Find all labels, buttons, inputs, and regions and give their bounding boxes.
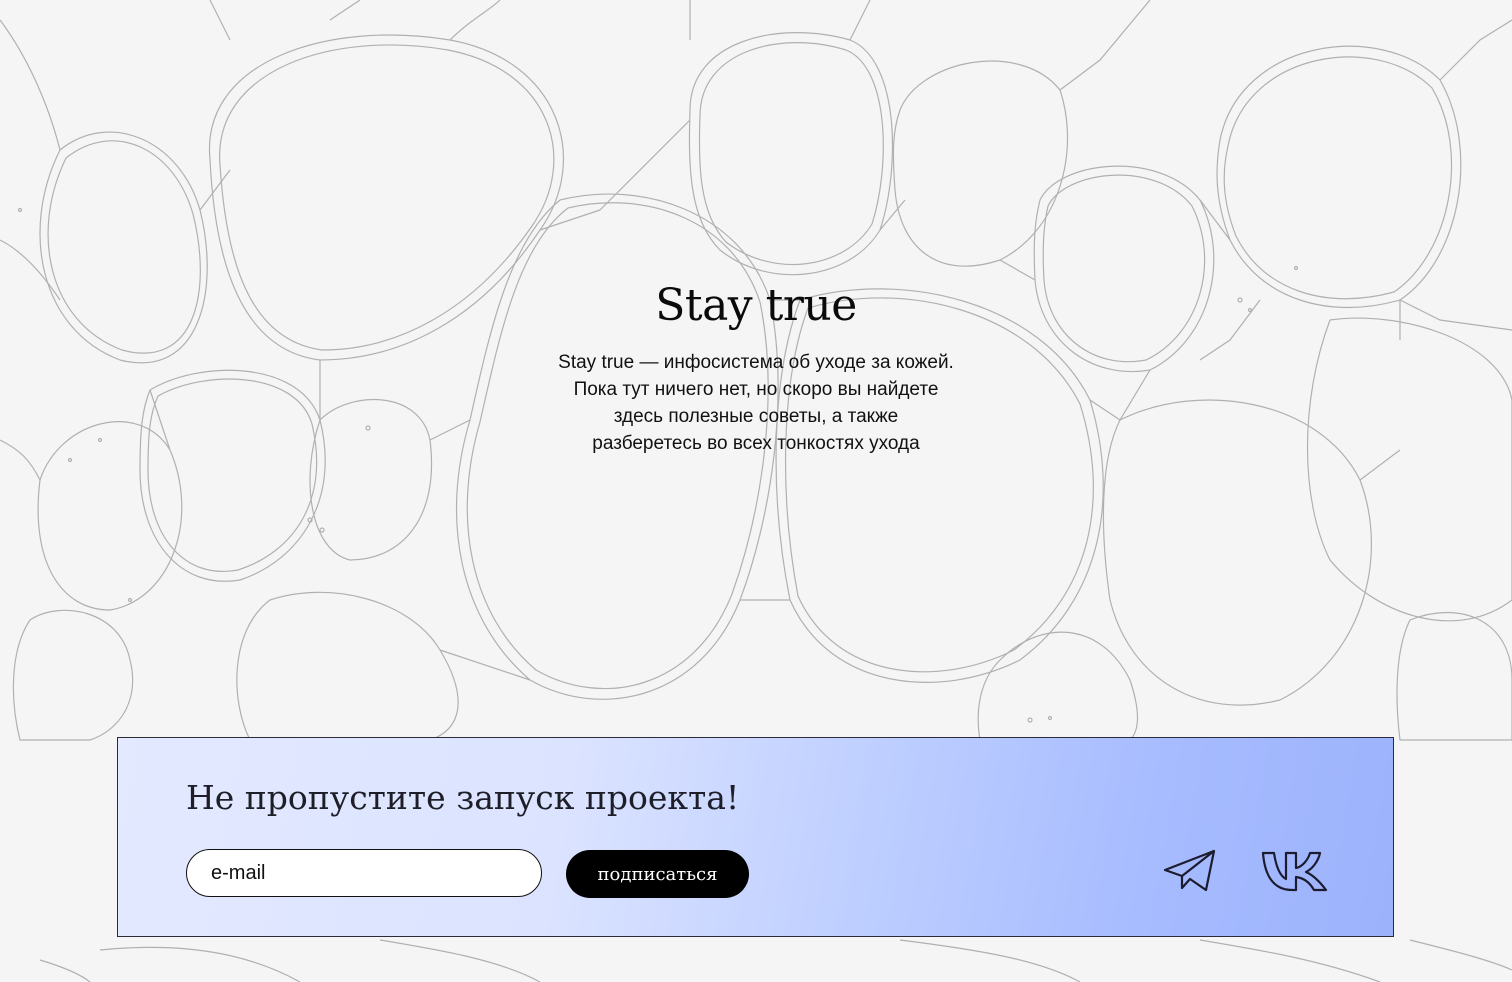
telegram-icon	[1163, 849, 1216, 892]
telegram-link[interactable]	[1162, 846, 1218, 899]
hero-section: Stay true Stay true — инфосистема об ухо…	[0, 280, 1512, 457]
email-field[interactable]	[186, 849, 542, 897]
subscribe-title: Не пропустите запуск проекта!	[186, 778, 740, 817]
hero-description-line: Stay true — инфосистема об уходе за коже…	[558, 352, 954, 373]
hero-description-line: здесь полезные советы, а также	[613, 406, 899, 427]
hero-description-line: Пока тут ничего нет, но скоро вы найдете	[573, 379, 939, 400]
subscribe-button[interactable]: подписаться	[566, 850, 749, 898]
vk-link[interactable]	[1260, 846, 1330, 899]
hero-description: Stay true — инфосистема об уходе за коже…	[521, 349, 991, 457]
hero-description-line: разберетесь во всех тонкостях ухода	[592, 433, 920, 454]
vk-icon	[1261, 851, 1328, 892]
subscribe-banner: Не пропустите запуск проекта! подписатьс…	[117, 737, 1394, 937]
page-title: Stay true	[655, 280, 857, 331]
